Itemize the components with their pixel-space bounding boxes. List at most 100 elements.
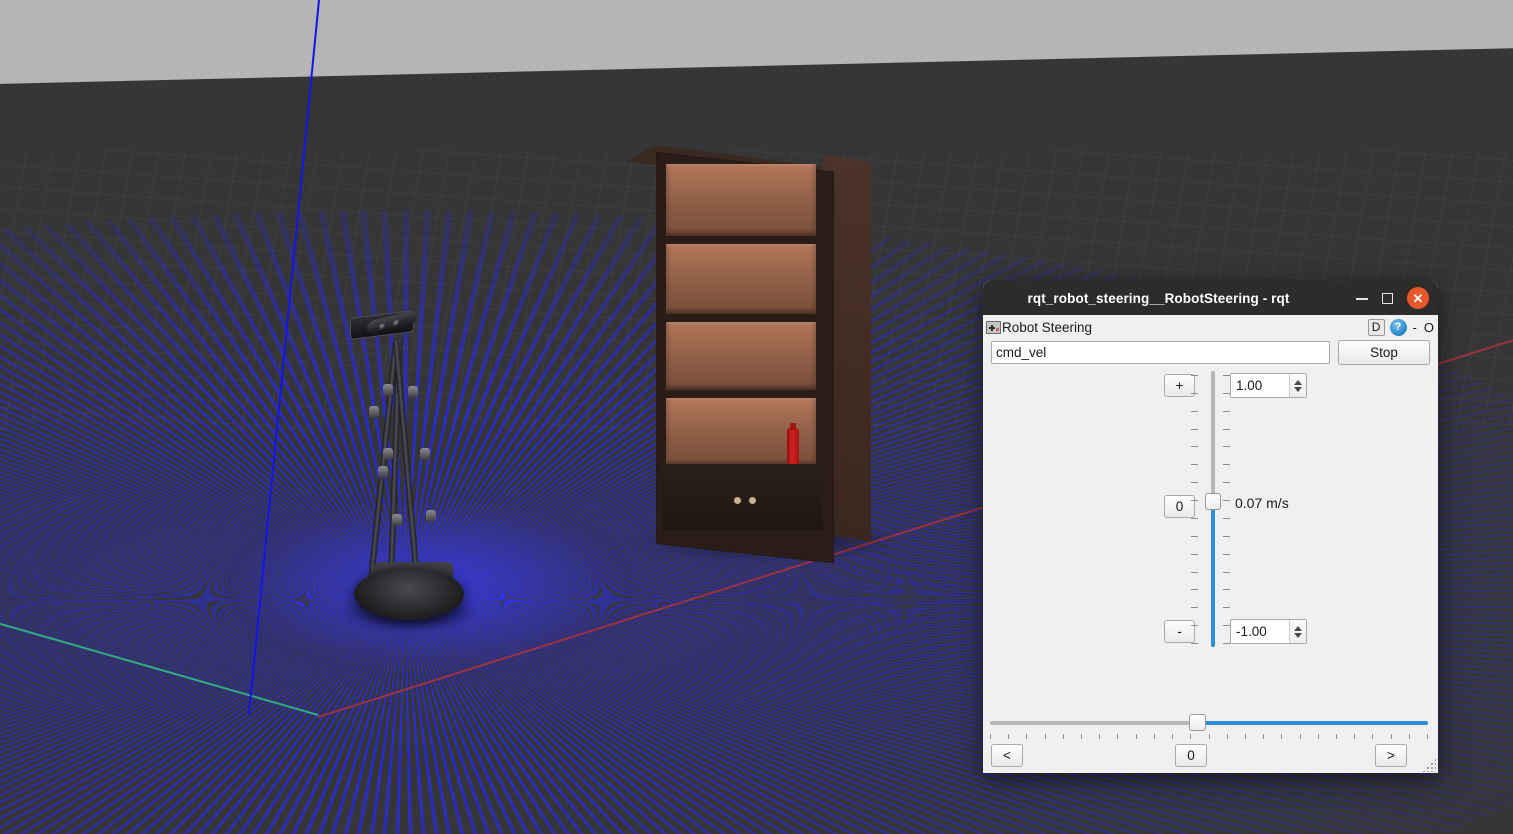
tick [1191, 518, 1198, 519]
tick [1191, 500, 1198, 501]
tick [1223, 589, 1230, 590]
tick [1223, 375, 1230, 376]
linear-max-value: 1.00 [1236, 378, 1263, 393]
tick [1223, 554, 1230, 555]
stepper-up-icon[interactable] [1294, 379, 1302, 385]
robot-joint-d [383, 448, 393, 460]
close-icon[interactable]: ✕ [1407, 287, 1429, 309]
tick [1191, 643, 1198, 644]
linear-max-stepper[interactable] [1289, 374, 1306, 397]
stepper-down-icon[interactable] [1294, 386, 1302, 392]
tick [1026, 734, 1027, 739]
stepper-up-icon[interactable] [1294, 625, 1302, 631]
tick [1191, 482, 1198, 483]
tick [1223, 429, 1230, 430]
linear-slider-ticks-right [1223, 375, 1230, 644]
linear-max-spinbox[interactable]: 1.00 [1230, 373, 1307, 398]
robot-model [340, 309, 490, 620]
tick [1223, 482, 1230, 483]
tick [1223, 518, 1230, 519]
angular-slider-handle[interactable] [1189, 714, 1206, 731]
tick [1263, 734, 1264, 739]
tick [1209, 734, 1210, 739]
angular-right-button[interactable]: > [1375, 744, 1407, 767]
tick [1223, 536, 1230, 537]
window-title: rqt_robot_steering__RobotSteering - rqt [1027, 290, 1290, 306]
dock-minimize-button[interactable]: - [1412, 320, 1418, 335]
tick [1008, 734, 1009, 739]
tick [1081, 734, 1082, 739]
tick [1372, 734, 1373, 739]
tick [1354, 734, 1355, 739]
tick [1223, 393, 1230, 394]
angular-velocity-slider[interactable] [990, 714, 1428, 731]
window-resize-grip[interactable] [1422, 758, 1436, 772]
tick [1223, 625, 1230, 626]
topic-input[interactable] [991, 341, 1330, 364]
linear-velocity-slider[interactable] [1205, 371, 1221, 647]
robot-joint-e [378, 466, 388, 478]
dock-float-button[interactable]: O [1423, 320, 1435, 335]
tick [1223, 572, 1230, 573]
maximize-icon[interactable] [1382, 292, 1393, 304]
tick [1191, 464, 1198, 465]
dock-settings-button[interactable]: D [1367, 318, 1385, 336]
shelf-1 [666, 164, 816, 236]
tick [1191, 375, 1198, 376]
tick [1045, 734, 1046, 739]
linear-min-stepper[interactable] [1289, 620, 1306, 643]
tick [1190, 734, 1191, 739]
angular-slider-ticks [990, 734, 1428, 740]
linear-slider-ticks-left [1191, 375, 1198, 644]
robot-joint-b [383, 384, 393, 396]
tick [1223, 446, 1230, 447]
topic-row: Stop [991, 340, 1430, 365]
robot-joint-c [408, 386, 418, 398]
tick [1223, 643, 1230, 644]
angular-zero-button[interactable]: 0 [1175, 744, 1207, 767]
window-titlebar[interactable]: rqt_robot_steering__RobotSteering - rqt … [983, 281, 1438, 315]
linear-slider-fill [1211, 503, 1215, 647]
tick [1227, 734, 1228, 739]
camera-lens-left [379, 322, 386, 331]
linear-min-spinbox[interactable]: -1.00 [1230, 619, 1307, 644]
shelf-3 [666, 322, 816, 390]
cabinet-knob-left [734, 497, 741, 504]
stop-button[interactable]: Stop [1338, 340, 1430, 365]
tick [1191, 607, 1198, 608]
tick [1223, 464, 1230, 465]
tick [1191, 446, 1198, 447]
tick [1117, 734, 1118, 739]
robot-steering-panel: Stop + 0 - 1.00 0.07 m/s -1. [983, 340, 1438, 773]
tick [1409, 734, 1410, 739]
tick [1191, 536, 1198, 537]
tick [1191, 572, 1198, 573]
joystick-plugin-icon [986, 320, 1001, 334]
angular-left-button[interactable]: < [991, 744, 1023, 767]
tick [1300, 734, 1301, 739]
robot-joint-f [420, 448, 430, 460]
tick [1245, 734, 1246, 739]
camera-lens-right [393, 318, 400, 328]
shelf-2 [666, 244, 816, 314]
dock-widget-actions[interactable]: D ? - O [1367, 318, 1436, 336]
tick [1391, 734, 1392, 739]
linear-slider-handle[interactable] [1205, 493, 1221, 510]
stepper-down-icon[interactable] [1294, 632, 1302, 638]
window-controls[interactable]: ✕ [1356, 281, 1429, 315]
tick [1318, 734, 1319, 739]
robot-joint-g [392, 514, 402, 526]
plugin-icon-dot [996, 327, 999, 331]
tick [1223, 607, 1230, 608]
tick [1191, 393, 1198, 394]
tick [1191, 625, 1198, 626]
tick [1154, 734, 1155, 739]
dock-widget-title: Robot Steering [1002, 319, 1093, 335]
help-icon[interactable]: ? [1389, 318, 1407, 336]
tick [1281, 734, 1282, 739]
minimize-icon[interactable] [1356, 292, 1368, 304]
rqt-window[interactable]: rqt_robot_steering__RobotSteering - rqt … [983, 281, 1438, 773]
angular-slider-fill [1198, 721, 1428, 725]
linear-min-value: -1.00 [1236, 624, 1267, 639]
tick [1191, 589, 1198, 590]
